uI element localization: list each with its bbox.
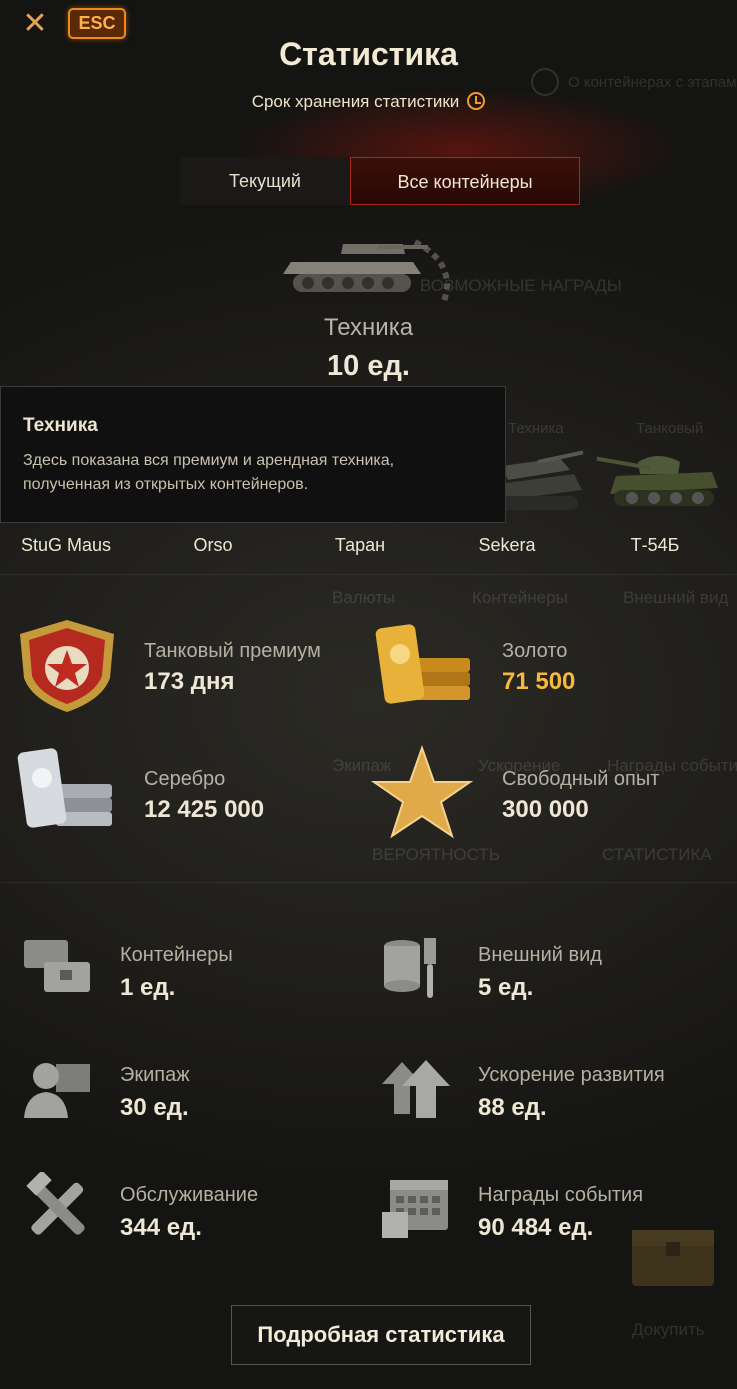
- reward-containers-label: Контейнеры: [120, 944, 233, 966]
- containers-icon: [24, 940, 90, 992]
- ghost-info-text: О контейнерах с этапам: [568, 74, 737, 91]
- divider: [0, 574, 737, 575]
- reward-appearance-value: 5 ед.: [478, 974, 534, 1001]
- reward-crew-label: Экипаж: [120, 1064, 190, 1086]
- reward-premium-value: 173 дня: [144, 668, 235, 695]
- tab-bar: Текущий Все контейнеры: [180, 157, 580, 205]
- reward-gold-value: 71 500: [502, 668, 576, 695]
- divider: [0, 882, 737, 883]
- reward-free-xp-value: 300 000: [502, 796, 589, 823]
- page-title: Статистика: [279, 36, 458, 72]
- tools-icon: [26, 1172, 85, 1235]
- hero-value: 10 ед.: [327, 350, 410, 382]
- reward-silver-value: 12 425 000: [144, 796, 265, 823]
- retention-label: Срок хранения статистики: [251, 92, 460, 111]
- ghost-buy: Докупить: [632, 1320, 705, 1339]
- ghost-appearance: Внешний вид: [623, 588, 729, 607]
- reward-maintenance: Обслуживание 344 ед.: [22, 1172, 382, 1252]
- tank-name-taran: Таран: [334, 535, 386, 555]
- clock-icon[interactable]: [467, 92, 486, 110]
- arrows-up-icon: [382, 1060, 450, 1118]
- reward-appearance: Внешний вид 5 ед.: [380, 932, 737, 1012]
- silver-bars-icon: [17, 748, 112, 828]
- detailed-statistics-button[interactable]: Подробная статистика: [231, 1305, 531, 1365]
- reward-crew: Экипаж 30 ед.: [22, 1052, 382, 1132]
- retention-info[interactable]: Срок хранения статистики: [0, 92, 737, 112]
- ghost-statistics: СТАТИСТИКА: [602, 845, 712, 864]
- ghost-containers: Контейнеры: [472, 588, 568, 607]
- reward-silver: Серебро 12 425 000: [12, 744, 372, 844]
- tank-name-sekera: Sekera: [478, 535, 536, 555]
- premium-tank-icon: [20, 620, 114, 712]
- reward-containers: Контейнеры 1 ед.: [22, 932, 382, 1012]
- hero-label: Техника: [323, 314, 414, 341]
- ghost-tech: Техника: [508, 420, 564, 437]
- ghost-probability: ВЕРОЯТНОСТЬ: [372, 845, 500, 864]
- reward-acceleration: Ускорение развития 88 ед.: [380, 1052, 737, 1132]
- reward-containers-value: 1 ед.: [120, 974, 176, 1001]
- reward-event-value: 90 484 ед.: [478, 1214, 594, 1241]
- tank-name-orso: Orso: [193, 535, 233, 555]
- reward-event: Награды события 90 484 ед.: [380, 1172, 737, 1252]
- reward-appearance-label: Внешний вид: [478, 944, 602, 966]
- reward-crew-value: 30 ед.: [120, 1094, 189, 1121]
- reward-gold: Золото 71 500: [370, 616, 730, 716]
- reward-silver-label: Серебро: [144, 768, 226, 790]
- reward-premium-label: Танковый премиум: [144, 640, 321, 662]
- ghost-tank-prem: Танковый: [636, 420, 704, 437]
- reward-free-xp-label: Свободный опыт: [502, 768, 660, 790]
- reward-maintenance-label: Обслуживание: [120, 1184, 259, 1206]
- calendar-icon: [382, 1180, 448, 1238]
- tank-image-t54b: [596, 456, 718, 506]
- reward-gold-label: Золото: [502, 640, 568, 662]
- hero-tank-icon: [283, 239, 450, 306]
- tab-current[interactable]: Текущий: [180, 157, 350, 205]
- gold-bars-icon: [375, 624, 470, 704]
- esc-button[interactable]: ESC: [68, 8, 126, 39]
- tooltip-body: Здесь показана вся премиум и арендная те…: [23, 452, 395, 493]
- reward-premium: Танковый премиум 173 дня: [12, 616, 372, 716]
- tank-name-stug-maus: StuG Maus: [20, 535, 112, 555]
- paint-brush-icon: [384, 938, 436, 998]
- reward-acceleration-value: 88 ед.: [478, 1094, 547, 1121]
- ghost-currency: Валюты: [332, 588, 396, 607]
- tooltip-title: Техника: [23, 415, 98, 436]
- tank-name-t54b: Т-54Б: [630, 535, 680, 555]
- reward-maintenance-value: 344 ед.: [120, 1214, 202, 1241]
- star-icon: [370, 744, 474, 839]
- crew-icon: [24, 1063, 90, 1118]
- reward-event-label: Награды события: [478, 1184, 644, 1206]
- reward-free-xp: Свободный опыт 300 000: [370, 744, 730, 844]
- tooltip: Техника Здесь показана вся премиум и аре…: [0, 386, 506, 523]
- tab-all-containers[interactable]: Все контейнеры: [350, 157, 580, 205]
- reward-acceleration-label: Ускорение развития: [478, 1064, 665, 1086]
